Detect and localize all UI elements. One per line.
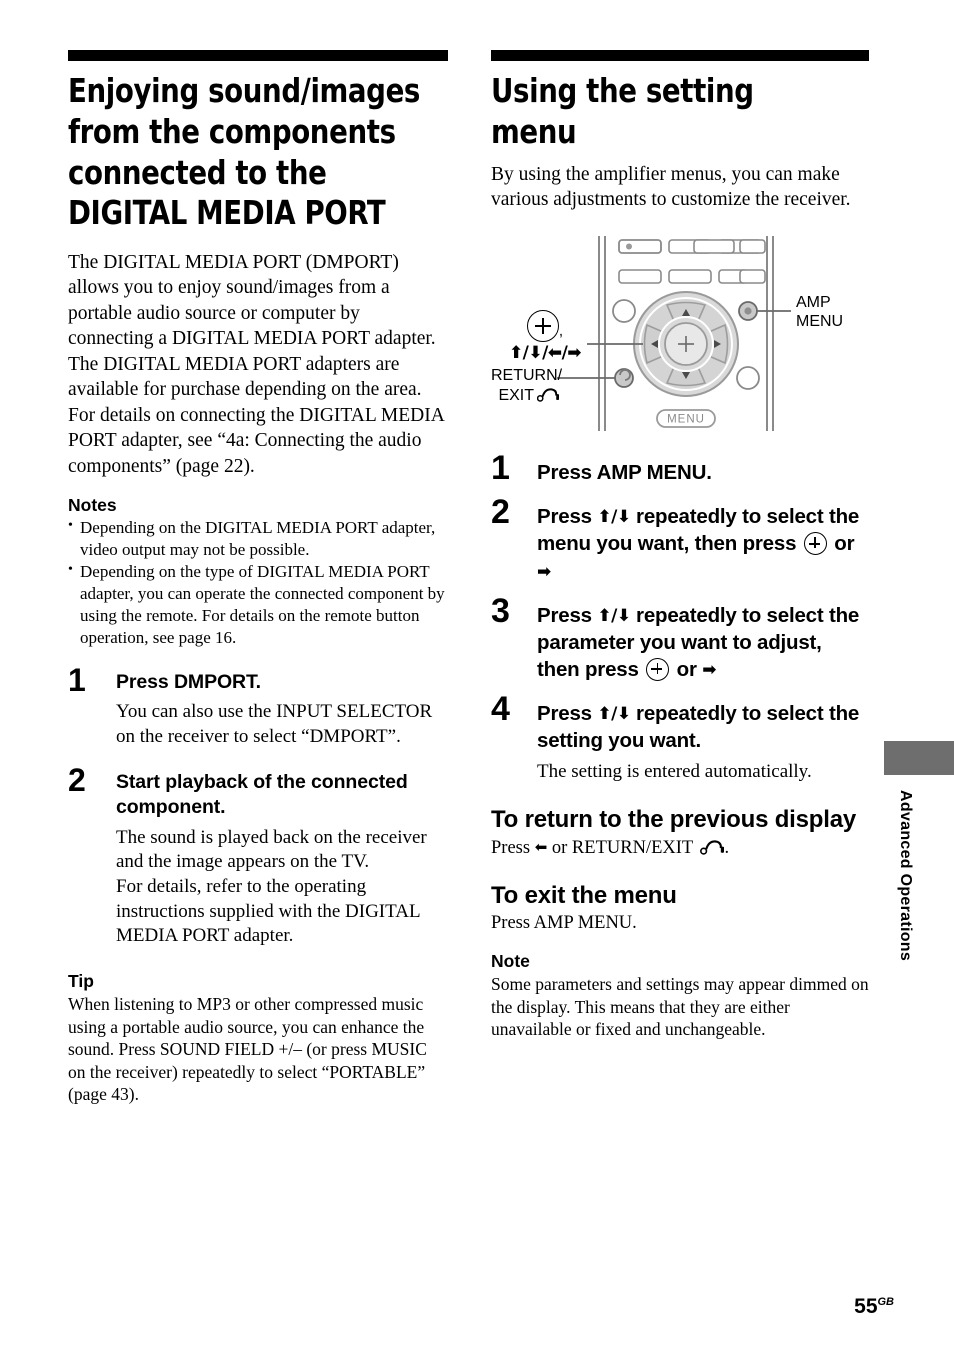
step-2-right: 2 Press ⬆/⬇ repeatedly to select the men… (491, 495, 869, 584)
step-lead: Press ⬆/⬇ repeatedly to select the menu … (537, 503, 869, 584)
note-text: Some parameters and settings may appear … (491, 973, 869, 1040)
page-number-value: 55 (854, 1295, 878, 1318)
callout-enter-and-arrows: , ⬆/⬇/⬅/➡ (499, 310, 591, 363)
remote-top-row-extra (693, 239, 766, 255)
up-down-arrow-glyphs: ⬆/⬇ (597, 507, 631, 528)
enter-button-icon (646, 657, 670, 681)
return-exit-symbol-icon (537, 387, 559, 402)
step-detail: The sound is played back on the receiver… (116, 826, 427, 873)
note-item: Depending on the type of DIGITAL MEDIA P… (68, 561, 448, 649)
step-lead: Press ⬆/⬇ repeatedly to select the param… (537, 602, 869, 683)
side-tab-label: Advanced Operations (897, 790, 914, 962)
step-4-right: 4 Press ⬆/⬇ repeatedly to select the set… (491, 692, 869, 785)
exit-the-menu-text: Press AMP MENU. (491, 912, 637, 933)
page-number: 55GB (854, 1295, 894, 1319)
remote-menu-button-label: MENU (667, 414, 705, 426)
remote-second-button-row (618, 269, 766, 285)
step-lead-part1: Press (537, 603, 598, 627)
right-column: Using the setting menu By using the ampl… (491, 50, 869, 1041)
left-column: Enjoying sound/images from the component… (68, 50, 448, 1106)
return-to-previous-display-text: Press ⬅ or RETURN/EXIT . (491, 836, 869, 860)
right-arrow-glyph: ➡ (702, 659, 717, 680)
section-rule-left (68, 50, 448, 61)
step-lead: Press ⬆/⬇ repeatedly to select the setti… (537, 700, 869, 754)
note-heading: Note (491, 950, 530, 971)
left-intro-paragraph-1: The DIGITAL MEDIA PORT (DMPORT) allows y… (68, 252, 436, 350)
callout-arrow-glyphs: ⬆/⬇/⬅/➡ (508, 343, 582, 364)
callout-return-exit: RETURN/ EXIT (491, 366, 563, 404)
step-detail: The setting is entered automatically. (537, 760, 812, 782)
return-text-before: Press (491, 837, 535, 858)
page-region-code: GB (877, 1296, 895, 1308)
step-number: 1 (491, 449, 510, 488)
callout-amp-menu: AMP MENU (796, 294, 843, 332)
step-number: 2 (491, 493, 510, 532)
step-number: 2 (68, 761, 86, 798)
step-number: 3 (491, 591, 510, 630)
return-exit-symbol-icon (700, 839, 725, 855)
notes-list: Depending on the DIGITAL MEDIA PORT adap… (68, 517, 448, 650)
step-lead-part3: or (828, 532, 855, 556)
callout-return-line1: RETURN/ (491, 367, 563, 385)
callout-return-line2: EXIT (498, 386, 534, 404)
step-lead: Start playback of the connected componen… (116, 770, 408, 818)
remote-round-button-lower-right (736, 366, 760, 391)
right-arrow-glyph: ➡ (537, 561, 551, 582)
step-lead: Press DMPORT. (116, 670, 261, 693)
left-section-title: Enjoying sound/images from the component… (68, 71, 421, 233)
return-text-period: . (724, 837, 730, 858)
callout-amp-menu-line1: AMP (796, 294, 831, 312)
return-text-after: or RETURN/EXIT (547, 837, 698, 858)
remote-control-illustration: MENU AMP MENU , ⬆/⬇/⬅/➡ RETURN/ EXIT (491, 226, 869, 441)
step-lead-text: Press AMP MENU. (537, 461, 712, 485)
step-number: 4 (491, 689, 510, 728)
subheading-exit-the-menu: To exit the menu (491, 881, 677, 909)
step-number: 1 (68, 661, 86, 698)
remote-amp-menu-button-dot-icon (744, 307, 752, 315)
step-1-right: 1 Press AMP MENU. (491, 451, 869, 486)
notes-heading: Notes (68, 494, 117, 515)
subheading-return-to-previous-display: To return to the previous display (491, 806, 857, 834)
document-page: Enjoying sound/images from the component… (0, 0, 954, 1352)
note-item: Depending on the DIGITAL MEDIA PORT adap… (68, 517, 448, 561)
left-arrow-glyph: ⬅ (534, 837, 548, 856)
remote-round-button-upper-left (612, 299, 636, 324)
step-lead: Press AMP MENU. (537, 459, 869, 486)
left-intro-paragraph-2: The DIGITAL MEDIA PORT adapters are avai… (68, 353, 444, 477)
step-detail: For details, refer to the operating inst… (116, 876, 420, 947)
right-section-title: Using the setting menu (491, 71, 754, 151)
remote-return-exit-button[interactable] (614, 368, 634, 389)
up-down-arrow-glyphs: ⬆/⬇ (597, 703, 631, 724)
step-lead-part1: Press (537, 701, 598, 725)
callout-amp-menu-line2: MENU (796, 313, 844, 331)
remote-led-indicator-icon (626, 243, 632, 250)
step-detail: You can also use the INPUT SELECTOR on t… (116, 701, 433, 748)
step-lead-part3: or (671, 657, 703, 681)
tip-text: When listening to MP3 or other compresse… (68, 994, 427, 1105)
side-tab-block (884, 741, 954, 775)
callout-enter-icon (526, 310, 559, 343)
tip-heading: Tip (68, 971, 94, 992)
up-down-arrow-glyphs: ⬆/⬇ (597, 605, 631, 626)
step-2-left: 2 Start playback of the connected compon… (68, 764, 448, 949)
step-3-right: 3 Press ⬆/⬇ repeatedly to select the par… (491, 594, 869, 683)
section-rule-right (491, 50, 869, 61)
enter-button-icon (803, 532, 827, 556)
right-intro-paragraph: By using the amplifier menus, you can ma… (491, 163, 851, 210)
step-1-left: 1 Press DMPORT. You can also use the INP… (68, 664, 448, 750)
step-lead-part1: Press (537, 505, 598, 529)
